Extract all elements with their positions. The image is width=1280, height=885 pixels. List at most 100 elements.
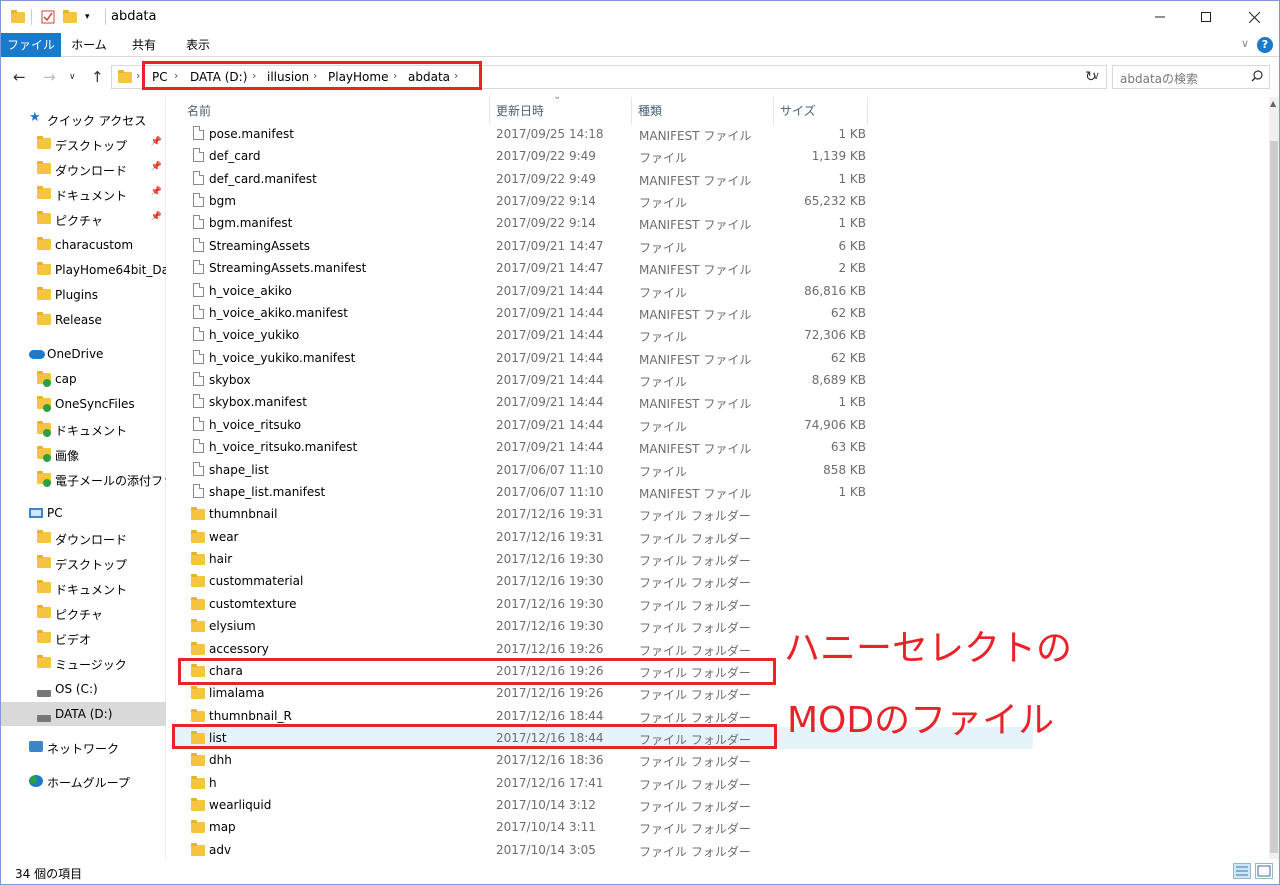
file-icon xyxy=(193,215,204,232)
maximize-button[interactable] xyxy=(1183,1,1229,33)
file-row[interactable]: h_voice_ritsuko.manifest 2017/09/21 14:44… xyxy=(173,436,1033,458)
nav-homegroup[interactable]: ホームグループ xyxy=(1,769,166,793)
recent-locations-icon[interactable]: ∨ xyxy=(69,72,76,82)
file-date: 2017/09/22 9:49 xyxy=(496,149,596,163)
tab-file[interactable]: ファイル xyxy=(1,33,61,57)
file-row[interactable]: def_card 2017/09/22 9:49 ファイル 1,139 KB xyxy=(173,145,1033,167)
file-row[interactable]: skybox.manifest 2017/09/21 14:44 MANIFEST … xyxy=(173,391,1033,413)
tab-home[interactable]: ホーム xyxy=(63,33,115,57)
file-row[interactable]: shape_list.manifest 2017/06/07 11:10 MANIF… xyxy=(173,481,1033,503)
file-type: ファイル xyxy=(639,375,688,389)
minimize-button[interactable] xyxy=(1137,1,1183,33)
file-row[interactable]: h_voice_yukiko 2017/09/21 14:44 ファイル 72,306… xyxy=(173,324,1033,346)
file-row[interactable]: h_voice_ritsuko 2017/09/21 14:44 ファイル 74,90… xyxy=(173,414,1033,436)
close-button[interactable] xyxy=(1231,1,1277,33)
nav-label: PC xyxy=(47,506,63,520)
folder-icon xyxy=(191,552,205,568)
file-name: map xyxy=(209,820,236,834)
folder-row[interactable]: custommaterial 2017/12/16 19:30 ファイル フォルダー xyxy=(173,570,1033,592)
vertical-scrollbar[interactable]: ▲ xyxy=(1269,97,1279,859)
folder-row[interactable]: thumnbnail 2017/12/16 19:31 ファイル フォルダー xyxy=(173,503,1033,525)
nav-quick-item[interactable]: ドキュメント 📌 xyxy=(1,182,166,206)
nav-onedrive[interactable]: OneDrive xyxy=(1,342,166,366)
nav-network[interactable]: ネットワーク xyxy=(1,735,166,759)
customize-quick-access-icon[interactable]: ▾ xyxy=(85,9,90,25)
nav-quick-item[interactable]: Release xyxy=(1,308,166,332)
folder-icon xyxy=(191,574,205,590)
column-header-type[interactable]: 種類 xyxy=(632,97,774,125)
nav-quick-item[interactable]: PlayHome64bit_Data xyxy=(1,258,166,282)
nav-onedrive-item[interactable]: ドキュメント xyxy=(1,417,166,441)
nav-pc-item[interactable]: ピクチャ xyxy=(1,601,166,625)
column-header-date[interactable]: 更新日時 xyxy=(490,97,632,125)
folder-row[interactable]: map 2017/10/14 3:11 ファイル フォルダー xyxy=(173,816,1033,838)
nav-onedrive-item[interactable]: 画像 xyxy=(1,442,166,466)
nav-quick-item[interactable]: ピクチャ 📌 xyxy=(1,207,166,231)
file-name: wearliquid xyxy=(209,798,272,812)
file-row[interactable]: StreamingAssets 2017/09/21 14:47 ファイル 6 KB xyxy=(173,235,1033,257)
tab-share[interactable]: 共有 xyxy=(119,33,169,57)
file-type: ファイル フォルダー xyxy=(639,688,751,702)
file-row[interactable]: def_card.manifest 2017/09/22 9:49 MANIFEST… xyxy=(173,168,1033,190)
nav-quick-item[interactable]: Plugins xyxy=(1,283,166,307)
nav-quick-item[interactable]: デスクトップ 📌 xyxy=(1,132,166,156)
nav-quick-item[interactable]: ダウンロード 📌 xyxy=(1,157,166,181)
file-row[interactable]: shape_list 2017/06/07 11:10 ファイル 858 KB xyxy=(173,459,1033,481)
file-row[interactable]: h_voice_yukiko.manifest 2017/09/21 14:44 M… xyxy=(173,347,1033,369)
tab-view[interactable]: 表示 xyxy=(173,33,223,57)
folder-row[interactable]: wear 2017/12/16 19:31 ファイル フォルダー xyxy=(173,526,1033,548)
search-input[interactable]: abdataの検索 xyxy=(1112,65,1270,89)
refresh-icon[interactable]: ↻ xyxy=(1085,69,1097,85)
nav-quick-item[interactable]: characustom xyxy=(1,233,166,257)
back-icon[interactable]: ← xyxy=(13,68,26,86)
nav-pc-item[interactable]: ビデオ xyxy=(1,626,166,650)
scrollbar-thumb[interactable] xyxy=(1270,141,1278,853)
file-row[interactable]: skybox 2017/09/21 14:44 ファイル 8,689 KB xyxy=(173,369,1033,391)
file-type: MANIFEST ファイル xyxy=(639,442,752,456)
forward-icon[interactable]: → xyxy=(43,68,56,86)
folder-row[interactable]: customtexture 2017/12/16 19:30 ファイル フォルダー xyxy=(173,593,1033,615)
pin-icon[interactable]: 📌 xyxy=(151,187,162,197)
folder-row[interactable]: dhh 2017/12/16 18:36 ファイル フォルダー xyxy=(173,749,1033,771)
nav-onedrive-item[interactable]: OneSyncFiles xyxy=(1,392,166,416)
file-row[interactable]: h_voice_akiko.manifest 2017/09/21 14:44 MA… xyxy=(173,302,1033,324)
file-size: 74,906 KB xyxy=(804,418,866,432)
nav-onedrive-item[interactable]: 電子メールの添付ファイル xyxy=(1,467,166,491)
file-row[interactable]: bgm.manifest 2017/09/22 9:14 MANIFEST ファイル… xyxy=(173,212,1033,234)
pin-icon[interactable]: 📌 xyxy=(151,212,162,222)
new-folder-icon[interactable] xyxy=(63,9,77,25)
up-icon[interactable]: ↑ xyxy=(91,68,104,86)
nav-pc-item[interactable]: DATA (D:) xyxy=(1,702,166,726)
nav-pc-item[interactable]: デスクトップ xyxy=(1,551,166,575)
file-row[interactable]: h_voice_akiko 2017/09/21 14:44 ファイル 86,816 … xyxy=(173,280,1033,302)
nav-pc[interactable]: PC xyxy=(1,501,166,525)
nav-pc-item[interactable]: ダウンロード xyxy=(1,526,166,550)
search-icon[interactable] xyxy=(1251,70,1263,82)
file-row[interactable]: bgm 2017/09/22 9:14 ファイル 65,232 KB xyxy=(173,190,1033,212)
file-name: thumnbnail_R xyxy=(209,709,292,723)
column-header-size[interactable]: サイズ xyxy=(774,97,868,125)
nav-quick-access[interactable]: ★ クイック アクセス xyxy=(1,107,166,131)
column-header-name[interactable]: 名前 xyxy=(181,97,490,125)
expand-ribbon-icon[interactable]: ∨ xyxy=(1241,37,1249,50)
nav-onedrive-item[interactable]: cap xyxy=(1,367,166,391)
folder-row[interactable]: hair 2017/12/16 19:30 ファイル フォルダー xyxy=(173,548,1033,570)
folder-row[interactable]: adv 2017/10/14 3:05 ファイル フォルダー xyxy=(173,839,1033,861)
folder-row[interactable]: h 2017/12/16 17:41 ファイル フォルダー xyxy=(173,772,1033,794)
file-size: 1,139 KB xyxy=(811,149,866,163)
folder-row[interactable]: wearliquid 2017/10/14 3:12 ファイル フォルダー xyxy=(173,794,1033,816)
scroll-up-icon[interactable]: ▲ xyxy=(1270,99,1276,108)
folder-icon xyxy=(37,655,51,671)
pin-icon[interactable]: 📌 xyxy=(151,162,162,172)
file-row[interactable]: StreamingAssets.manifest 2017/09/21 14:47… xyxy=(173,257,1033,279)
file-row[interactable]: pose.manifest 2017/09/25 14:18 MANIFEST ファ… xyxy=(173,123,1033,145)
properties-icon[interactable] xyxy=(41,9,55,25)
help-icon[interactable]: ? xyxy=(1257,37,1273,53)
large-icons-view-icon[interactable] xyxy=(1255,863,1273,879)
nav-pc-item[interactable]: ミュージック xyxy=(1,651,166,675)
nav-pc-item[interactable]: ドキュメント xyxy=(1,576,166,600)
nav-pc-item[interactable]: OS (C:) xyxy=(1,677,166,701)
details-view-icon[interactable] xyxy=(1233,863,1251,879)
folder-icon xyxy=(37,530,51,546)
pin-icon[interactable]: 📌 xyxy=(151,137,162,147)
